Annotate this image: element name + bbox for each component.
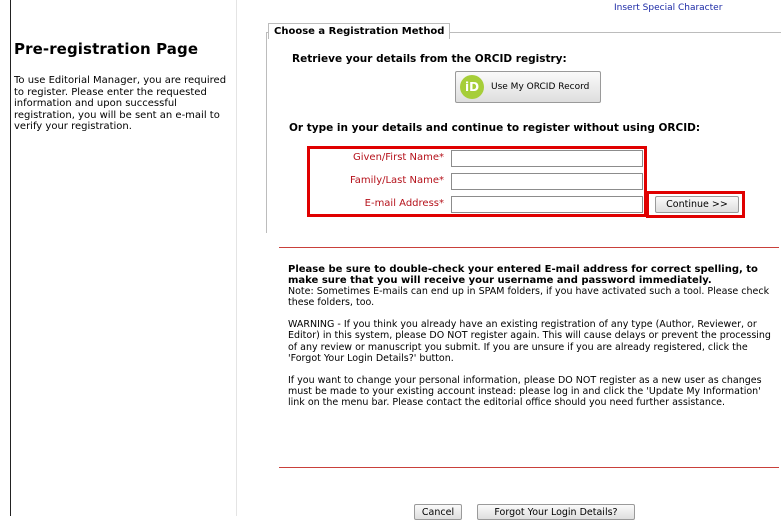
registration-method-legend: Choose a Registration Method <box>268 23 451 39</box>
insert-special-character-link[interactable]: Insert Special Character <box>614 3 722 13</box>
email-label: E-mail Address* <box>364 198 444 209</box>
continue-button[interactable]: Continue >> <box>655 196 739 213</box>
sidebar-divider <box>236 0 237 516</box>
forgot-login-button[interactable]: Forgot Your Login Details? <box>477 504 635 520</box>
cancel-button[interactable]: Cancel <box>414 504 462 520</box>
first-name-input[interactable] <box>451 150 643 167</box>
update-info-note: If you want to change your personal info… <box>288 374 762 408</box>
frame-border <box>10 0 11 516</box>
sidebar: Pre-registration Page To use Editorial M… <box>14 40 232 133</box>
orcid-prompt: Retrieve your details from the ORCID reg… <box>292 53 567 65</box>
first-name-label: Given/First Name* <box>352 152 444 163</box>
spam-note: Note: Sometimes E-mails can end up in SP… <box>288 286 770 309</box>
last-name-input[interactable] <box>451 173 643 190</box>
notice-text: Please be sure to double-check your ente… <box>288 264 772 419</box>
manual-entry-prompt: Or type in your details and continue to … <box>289 122 701 134</box>
duplicate-warning: WARNING - If you think you already have … <box>288 319 771 364</box>
orcid-button-label: Use My ORCID Record <box>491 82 590 92</box>
use-orcid-button[interactable]: iD Use My ORCID Record <box>455 71 601 103</box>
last-name-label: Family/Last Name* <box>349 175 444 186</box>
page-title: Pre-registration Page <box>14 40 199 58</box>
spelling-warning: Please be sure to double-check your ente… <box>288 264 758 287</box>
divider-bottom <box>279 467 779 468</box>
email-input[interactable] <box>451 196 643 213</box>
orcid-icon: iD <box>460 75 484 99</box>
sidebar-description: To use Editorial Manager, you are requir… <box>14 75 227 132</box>
divider-top <box>279 247 779 248</box>
